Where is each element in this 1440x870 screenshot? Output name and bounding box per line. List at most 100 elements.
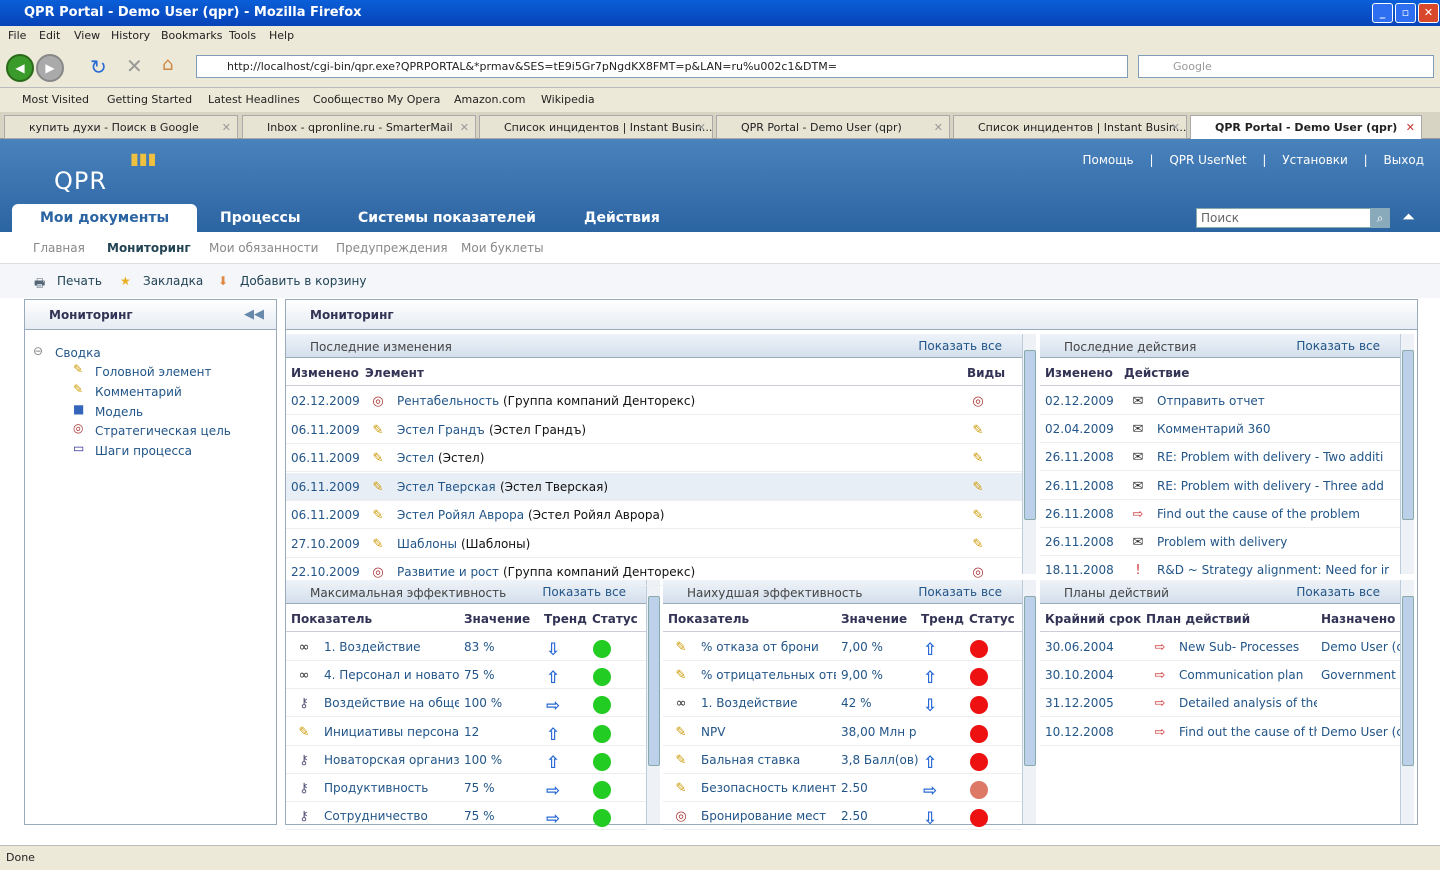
browser-tab-active[interactable]: QPR Portal - Demo User (qpr) ✕ [1190,115,1422,139]
table-row[interactable]: ✎ Бальная ставка 3,8 Балл(ов) ⇧ [663,746,1022,774]
row-action-link[interactable]: Комментарий 360 [1157,422,1270,436]
indicator-name[interactable]: 1. Воздействие [324,640,459,654]
menu-tools[interactable]: Tools [229,29,256,42]
browser-tab[interactable]: Список инцидентов | Instant Busin... ✕ [479,115,713,139]
table-row[interactable]: 02.12.2009 ✉ Отправить отчет [1040,387,1400,415]
table-row[interactable]: 27.10.2009 ✎ Шаблоны (Шаблоны) ✎ [286,530,1022,558]
bookmark-most-visited[interactable]: Most Visited [22,93,89,106]
row-link[interactable]: Рентабельность [397,394,499,408]
table-row[interactable]: 30.10.2004 ⇨ Communication plan Government … [1040,661,1400,690]
menu-edit[interactable]: Edit [39,29,60,42]
menu-file[interactable]: File [8,29,26,42]
table-row[interactable]: 06.11.2009 ✎ Эстел Тверская (Эстел Тверская… [286,472,1022,501]
show-all-link[interactable]: Показать все [1296,339,1380,353]
row-link[interactable]: Эстел Тверская [397,480,496,494]
row-link[interactable]: Шаблоны [397,537,457,551]
minus-icon[interactable]: ⊖ [33,344,43,358]
indicator-name[interactable]: Бронирование мест [701,809,836,823]
table-row[interactable]: 26.11.2008 ✉ RE: Problem with delivery - T… [1040,472,1400,500]
usernet-link[interactable]: QPR UserNet [1169,153,1246,167]
menu-bookmarks[interactable]: Bookmarks [161,29,222,42]
table-row[interactable]: 02.04.2009 ✉ Комментарий 360 [1040,415,1400,444]
table-row[interactable]: 06.11.2009 ✎ Эстел Ройял Аврора (Эстел Ройя… [286,501,1022,529]
row-link[interactable]: Эстел Ройял Аврора [397,508,524,522]
indicator-name[interactable]: 1. Воздействие [701,696,836,710]
max-performance-scrollbar[interactable] [646,580,660,824]
indicator-name[interactable]: 4. Персонал и новато [324,668,459,682]
table-row[interactable]: ⚷ Воздействие на обще 100 % ⇨ [286,689,646,718]
show-all-link[interactable]: Показать все [542,585,626,599]
menu-history[interactable]: History [111,29,150,42]
table-row[interactable]: 18.11.2008! R&D ~ Strategy alignment: Nee… [1040,556,1400,585]
table-row[interactable]: ⚷ Сотрудничество 75 % ⇨ [286,802,646,831]
table-row[interactable]: 30.06.2004 ⇨ New Sub- Processes Demo User (… [1040,633,1400,661]
recent-changes-scrollbar[interactable] [1022,334,1036,574]
tree-item-summary[interactable]: Сводка [55,346,101,360]
row-action-link[interactable]: R&D ~ Strategy alignment: Need for ir [1157,563,1389,577]
minimize-button[interactable]: _ [1372,3,1393,23]
table-row[interactable]: ⚷ Новаторская организа 100 % ⇧ [286,746,646,774]
table-row[interactable]: ∞ 4. Персонал и новато 75 % ⇧ [286,661,646,690]
indicator-name[interactable]: Продуктивность [324,781,459,795]
indicator-name[interactable]: % отказа от брони [701,640,836,654]
table-row[interactable]: ✎ % отказа от брони 7,00 % ⇧ [663,633,1022,661]
settings-link[interactable]: Установки [1282,153,1348,167]
recent-actions-scrollbar[interactable] [1400,334,1414,574]
tab-actions[interactable]: Действия [556,204,688,232]
bookmark-latest-headlines[interactable]: Latest Headlines [208,93,300,106]
show-all-link[interactable]: Показать все [918,339,1002,353]
table-row[interactable]: 02.12.2009 ◎ Рентабельность (Группа компани… [286,387,1022,415]
indicator-name[interactable]: Безопасность клиента [701,781,836,795]
tab-processes[interactable]: Процессы [192,204,329,232]
action-plan-link[interactable]: Detailed analysis of the si [1179,696,1317,710]
table-row[interactable]: 26.11.2008 ✉ RE: Problem with delivery - T… [1040,443,1400,472]
subnav-responsibilities[interactable]: Мои обязанности [209,241,318,255]
tree-item-strategic-goal[interactable]: Стратегическая цель [95,424,231,438]
row-link[interactable]: Эстел Грандъ [397,423,485,437]
action-plan-link[interactable]: Find out the cause of th [1179,725,1317,739]
table-row[interactable]: ✎ Безопасность клиента 2.50 ⇨ [663,774,1022,802]
browser-tab[interactable]: QPR Portal - Demo User (qpr) ✕ [716,115,950,139]
subnav-home[interactable]: Главная [33,241,85,255]
browser-tab[interactable]: купить духи - Поиск в Google ✕ [4,115,238,139]
action-plan-link[interactable]: Communication plan [1179,668,1317,682]
add-to-basket-button[interactable]: Добавить в корзину [240,274,366,288]
action-plans-scrollbar[interactable] [1400,580,1414,824]
portal-search-input[interactable]: Поиск [1196,208,1390,228]
browser-tab[interactable]: Список инцидентов | Instant Busin... ✕ [953,115,1187,139]
maximize-button[interactable]: ▫ [1395,3,1416,23]
table-row[interactable]: 26.11.2008 ✉ Problem with delivery [1040,528,1400,556]
show-all-link[interactable]: Показать все [918,585,1002,599]
back-button[interactable]: ◀ [6,54,34,82]
bookmark-button[interactable]: Закладка [143,274,203,288]
print-button[interactable]: Печать [57,274,102,288]
indicator-name[interactable]: NPV [701,725,836,739]
table-row[interactable]: 06.11.2009 ✎ Эстел Грандъ (Эстел Грандъ) ✎ [286,416,1022,444]
row-link[interactable]: Развитие и рост [397,565,499,579]
collapse-panel-icon[interactable]: ◀◀ [244,307,264,322]
row-action-link[interactable]: RE: Problem with delivery - Two additi [1157,450,1383,464]
bookmark-wikipedia[interactable]: Wikipedia [541,93,595,106]
tab-scorecards[interactable]: Системы показателей [330,204,564,232]
row-action-link[interactable]: Problem with delivery [1157,535,1287,549]
close-button[interactable]: ✕ [1418,3,1439,23]
table-row[interactable]: ✎ Инициативы персонал 12 ⇧ [286,718,646,746]
table-row[interactable]: ◎ Бронирование мест 2.50 ⇩ [663,802,1022,831]
bookmark-getting-started[interactable]: Getting Started [107,93,192,106]
subnav-alerts[interactable]: Предупреждения [336,241,448,255]
table-row[interactable]: ✎ % отрицательных отв 9,00 % ⇧ [663,661,1022,690]
table-row[interactable]: 22.10.2009 ◎ Развитие и рост (Группа компан… [286,558,1022,586]
indicator-name[interactable]: Сотрудничество [324,809,459,823]
table-row[interactable]: ∞ 1. Воздействие 83 % ⇩ [286,633,646,661]
reload-icon[interactable]: ↻ [90,55,107,79]
show-all-link[interactable]: Показать все [1296,585,1380,599]
browser-tab[interactable]: Inbox - qpronline.ru - SmarterMail ✕ [242,115,476,139]
table-row[interactable]: 31.12.2005 ⇨ Detailed analysis of the si [1040,689,1400,718]
tree-item-comment[interactable]: Комментарий [95,385,182,399]
table-row[interactable]: ⚷ Продуктивность 75 % ⇨ [286,774,646,802]
indicator-name[interactable]: Новаторская организа [324,753,459,767]
google-search-input[interactable]: Google [1138,55,1434,78]
tree-item-process-steps[interactable]: Шаги процесса [95,444,192,458]
menu-view[interactable]: View [74,29,100,42]
indicator-name[interactable]: % отрицательных отв [701,668,836,682]
